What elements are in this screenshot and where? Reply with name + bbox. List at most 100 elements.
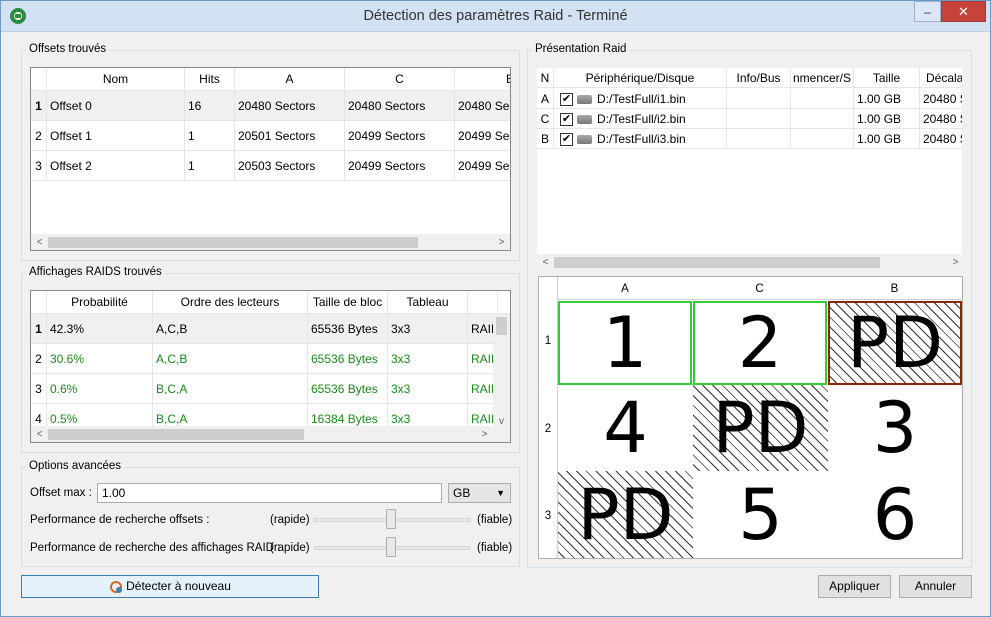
disk-checkbox[interactable]: ✔ bbox=[560, 113, 573, 127]
detect-again-button[interactable]: Détecter à nouveau bbox=[21, 575, 319, 598]
scroll-left-icon[interactable]: < bbox=[31, 426, 48, 442]
pres-header-offset[interactable]: Décala bbox=[920, 68, 962, 88]
raids-header-prob[interactable]: Probabilité bbox=[47, 291, 153, 314]
disk-size: 1.00 GB bbox=[854, 109, 920, 129]
raid-order: A,C,B bbox=[153, 314, 308, 344]
scroll-thumb[interactable] bbox=[48, 429, 304, 440]
pres-header-start[interactable]: nmencer/S bbox=[791, 68, 854, 88]
disk-start bbox=[791, 89, 854, 109]
perf-offsets-slider-thumb[interactable] bbox=[385, 509, 396, 529]
grid-cell[interactable]: 6 bbox=[828, 471, 962, 558]
grid-cell[interactable]: 1 bbox=[558, 301, 692, 385]
pres-header-info[interactable]: Info/Bus bbox=[727, 68, 791, 88]
offsets-header-a[interactable]: A bbox=[235, 68, 345, 91]
grid-cell-label: 5 bbox=[738, 473, 783, 556]
table-row[interactable]: 2 Offset 1 1 20501 Sectors 20499 Sectors… bbox=[31, 121, 510, 151]
raid-block-size: 65536 Bytes bbox=[308, 314, 388, 344]
table-row[interactable]: 1 Offset 0 16 20480 Sectors 20480 Sector… bbox=[31, 91, 510, 121]
disk-letter: B bbox=[537, 129, 554, 149]
raids-header-order[interactable]: Ordre des lecteurs bbox=[153, 291, 308, 314]
options-group-label: Options avancées bbox=[26, 460, 125, 472]
hard-disk-icon bbox=[577, 135, 592, 145]
hard-disk-icon bbox=[577, 95, 592, 105]
disk-path: D:/TestFull/i3.bin bbox=[597, 132, 686, 146]
offsets-header-hits[interactable]: Hits bbox=[185, 68, 235, 91]
table-row[interactable]: C ✔ D:/TestFull/i2.bin 1.00 GB 20480 Sect… bbox=[537, 109, 962, 129]
disk-path: D:/TestFull/i1.bin bbox=[597, 92, 686, 106]
grid-row-header: 1 bbox=[544, 335, 552, 347]
grid-cell[interactable]: 4 bbox=[558, 385, 693, 471]
disk-info bbox=[727, 129, 791, 149]
apply-button[interactable]: Appliquer bbox=[818, 575, 891, 598]
raids-header-block[interactable]: Taille de bloc bbox=[308, 291, 388, 314]
scroll-left-icon[interactable]: < bbox=[31, 234, 48, 250]
grid-cell-label: PD bbox=[577, 473, 674, 556]
scroll-right-icon[interactable]: > bbox=[947, 254, 962, 269]
raids-header-type[interactable] bbox=[468, 291, 498, 314]
table-row[interactable]: B ✔ D:/TestFull/i3.bin 1.00 GB 20480 Sect… bbox=[537, 129, 962, 149]
offset-a: 20503 Sectors bbox=[235, 151, 345, 181]
presentation-table: N Périphérique/Disque Info/Bus nmencer/S… bbox=[536, 67, 963, 270]
row-number: 3 bbox=[31, 374, 47, 404]
refresh-icon bbox=[110, 580, 123, 593]
offsets-hscrollbar[interactable]: < > bbox=[31, 234, 510, 250]
raids-group-label: Affichages RAIDS trouvés bbox=[26, 266, 165, 278]
perf-raid-slider-thumb[interactable] bbox=[385, 537, 396, 557]
grid-cell-parity[interactable]: PD bbox=[558, 471, 693, 558]
grid-cell-parity[interactable]: PD bbox=[693, 385, 828, 471]
disk-start bbox=[791, 109, 854, 129]
offset-b: 20499 Sectors bbox=[455, 151, 510, 181]
scroll-thumb[interactable] bbox=[554, 257, 880, 268]
grid-row-header: 3 bbox=[544, 510, 552, 522]
chevron-down-icon: ▼ bbox=[496, 488, 505, 498]
presentation-group-label: Présentation Raid bbox=[532, 43, 630, 55]
disk-info bbox=[727, 89, 791, 109]
row-number: 2 bbox=[31, 344, 47, 374]
grid-cell[interactable]: 3 bbox=[828, 385, 962, 471]
table-row[interactable]: 3 0.6% B,C,A 65536 Bytes 3x3 RAID bbox=[31, 374, 498, 404]
offset-max-input[interactable]: 1.00 bbox=[97, 483, 442, 503]
disk-offset: 20480 Sectors bbox=[920, 109, 962, 129]
unit-select[interactable]: GB ▼ bbox=[448, 483, 511, 503]
grid-cell[interactable]: 5 bbox=[693, 471, 828, 558]
scroll-left-icon[interactable]: < bbox=[537, 254, 554, 269]
offset-b: 20480 Sectors bbox=[455, 91, 510, 121]
grid-cell-parity[interactable]: PD bbox=[828, 301, 962, 385]
raid-table: 3x3 bbox=[388, 344, 468, 374]
offset-name: Offset 1 bbox=[47, 121, 185, 151]
pres-header-size[interactable]: Taille bbox=[854, 68, 920, 88]
presentation-hscrollbar[interactable]: < > bbox=[537, 254, 962, 269]
close-button[interactable]: ✕ bbox=[941, 1, 986, 22]
raids-vscrollbar[interactable]: v bbox=[493, 314, 510, 427]
offsets-header-c[interactable]: C bbox=[345, 68, 455, 91]
pres-header-device[interactable]: Périphérique/Disque bbox=[554, 68, 727, 88]
raid-probability: 42.3% bbox=[47, 314, 153, 344]
window-title: Détection des paramètres Raid - Terminé bbox=[363, 8, 628, 24]
scroll-right-icon[interactable]: > bbox=[476, 426, 493, 442]
grid-col-header: B bbox=[890, 283, 899, 295]
perf-offsets-fast: (rapide) bbox=[270, 514, 310, 526]
grid-cell[interactable]: 2 bbox=[693, 301, 827, 385]
raid-block-size: 65536 Bytes bbox=[308, 374, 388, 404]
raids-hscrollbar[interactable]: < > bbox=[31, 426, 510, 442]
pres-header-n[interactable]: N bbox=[537, 68, 554, 88]
perf-raid-reliable: (fiable) bbox=[477, 542, 513, 554]
table-row[interactable]: 2 30.6% A,C,B 65536 Bytes 3x3 RAID bbox=[31, 344, 498, 374]
offsets-header-b[interactable]: B bbox=[455, 68, 510, 91]
scroll-right-icon[interactable]: > bbox=[493, 234, 510, 250]
minimize-button[interactable]: – bbox=[914, 1, 941, 22]
grid-cell-label: PD bbox=[846, 302, 944, 384]
disk-checkbox[interactable]: ✔ bbox=[560, 93, 573, 107]
raids-header-table[interactable]: Tableau bbox=[388, 291, 468, 314]
cancel-button[interactable]: Annuler bbox=[899, 575, 972, 598]
scroll-thumb[interactable] bbox=[496, 317, 507, 335]
scroll-thumb[interactable] bbox=[48, 237, 418, 248]
table-row[interactable]: 1 42.3% A,C,B 65536 Bytes 3x3 RAID bbox=[31, 314, 498, 344]
table-row[interactable]: 3 Offset 2 1 20503 Sectors 20499 Sectors… bbox=[31, 151, 510, 181]
title-bar[interactable]: Détection des paramètres Raid - Terminé … bbox=[1, 1, 990, 32]
disk-checkbox[interactable]: ✔ bbox=[560, 133, 573, 147]
table-row[interactable]: A ✔ D:/TestFull/i1.bin 1.00 GB 20480 Sect… bbox=[537, 89, 962, 109]
perf-raid-fast: (rapide) bbox=[270, 542, 310, 554]
disk-letter: A bbox=[537, 89, 554, 109]
offsets-header-nom[interactable]: Nom bbox=[47, 68, 185, 91]
